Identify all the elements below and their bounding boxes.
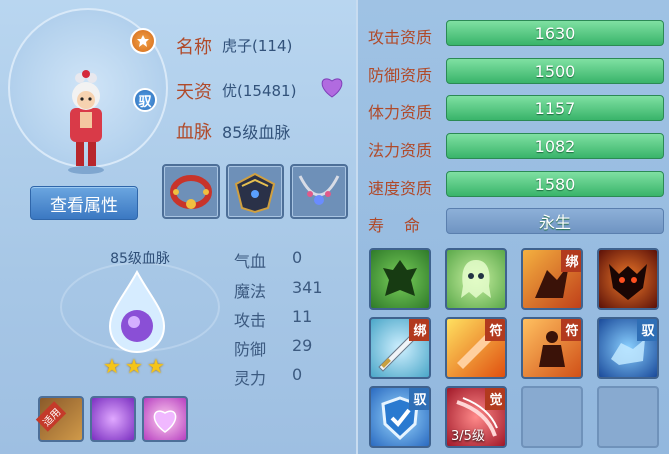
skill-slot[interactable]: 觉 3/5级 bbox=[445, 386, 507, 448]
awaken-tag: 觉 bbox=[485, 388, 505, 410]
skill-slot[interactable] bbox=[445, 248, 507, 310]
skill-slot[interactable]: 符 bbox=[521, 317, 583, 379]
bloodline-star-icon: ★ bbox=[147, 354, 165, 378]
pet-character-sprite bbox=[68, 70, 104, 174]
equipment-slot-necklace[interactable] bbox=[290, 164, 348, 219]
skill-ghost-icon bbox=[461, 260, 491, 298]
applicable-tag: 适用 bbox=[35, 401, 67, 432]
heart-icon[interactable] bbox=[320, 76, 344, 98]
name-label: 名称 bbox=[176, 37, 212, 58]
pill-slot-3[interactable] bbox=[142, 396, 188, 442]
bloodline-level-label: 85级血脉 bbox=[110, 251, 170, 267]
skill-slot[interactable]: 驭 bbox=[369, 386, 431, 448]
view-attributes-button[interactable]: 查看属性 bbox=[30, 186, 138, 220]
pill-slot-2[interactable] bbox=[90, 396, 136, 442]
talent-value: 优(15481) bbox=[222, 82, 297, 100]
skill-slot[interactable]: 绑 bbox=[521, 248, 583, 310]
skill-slot-empty[interactable] bbox=[521, 386, 583, 448]
stat-value: 0 bbox=[292, 248, 303, 267]
aptitude-bar: 1500 bbox=[446, 58, 664, 84]
aptitude-bar: 1580 bbox=[446, 171, 664, 197]
stat-label: 攻击 bbox=[234, 311, 267, 330]
lifespan-label: 寿 命 bbox=[368, 216, 423, 235]
name-value: 虎子(114) bbox=[222, 37, 293, 55]
bloodline-crystal-icon[interactable] bbox=[106, 270, 168, 354]
talent-label: 天资 bbox=[176, 82, 212, 103]
heart-icon bbox=[153, 410, 177, 433]
bloodline-star-icon: ★ bbox=[125, 354, 143, 378]
pet-type-icon bbox=[130, 28, 156, 54]
blood-value: 85级血脉 bbox=[222, 123, 291, 142]
pill-slot-1[interactable]: 适用 bbox=[35, 396, 84, 442]
skill-slot-empty[interactable] bbox=[597, 386, 659, 448]
equipment-slot-collar[interactable] bbox=[162, 164, 220, 219]
stat-value: 0 bbox=[292, 365, 303, 384]
tame-tag: 驭 bbox=[637, 319, 657, 341]
panel-divider bbox=[356, 0, 358, 454]
aptitude-label: 法力资质 bbox=[368, 141, 433, 160]
tame-tag: 驭 bbox=[409, 388, 429, 410]
skill-slot[interactable] bbox=[369, 248, 431, 310]
stat-label: 灵力 bbox=[234, 369, 267, 388]
skill-demon-icon bbox=[609, 264, 647, 300]
talisman-tag: 符 bbox=[561, 319, 581, 341]
stat-label: 防御 bbox=[234, 340, 267, 359]
skill-slot[interactable]: 驭 bbox=[597, 317, 659, 379]
aptitude-label: 防御资质 bbox=[368, 66, 433, 85]
aptitude-label: 速度资质 bbox=[368, 179, 433, 198]
skill-slot[interactable]: 符 bbox=[445, 317, 507, 379]
skill-level-label: 3/5级 bbox=[451, 429, 485, 444]
stat-label: 魔法 bbox=[234, 282, 267, 301]
yu-badge-icon: 驭 bbox=[133, 88, 157, 112]
bloodline-star-icon: ★ bbox=[103, 354, 121, 378]
lifespan-bar: 永生 bbox=[446, 208, 664, 234]
blood-label: 血脉 bbox=[176, 122, 212, 143]
aptitude-bar: 1157 bbox=[446, 95, 664, 121]
skill-slot[interactable]: 绑 bbox=[369, 317, 431, 379]
stat-value: 341 bbox=[292, 278, 323, 297]
equipment-slot-armor[interactable] bbox=[226, 164, 284, 219]
stat-value: 29 bbox=[292, 336, 313, 355]
bind-tag: 绑 bbox=[561, 250, 581, 272]
stat-value: 11 bbox=[292, 307, 313, 326]
skill-slot[interactable] bbox=[597, 248, 659, 310]
aptitude-label: 攻击资质 bbox=[368, 28, 433, 47]
skill-strength-icon bbox=[383, 260, 417, 296]
bind-tag: 绑 bbox=[409, 319, 429, 341]
aptitude-label: 体力资质 bbox=[368, 103, 433, 122]
aptitude-bar: 1630 bbox=[446, 20, 664, 46]
stat-label: 气血 bbox=[234, 252, 267, 271]
aptitude-bar: 1082 bbox=[446, 133, 664, 159]
talisman-tag: 符 bbox=[485, 319, 505, 341]
